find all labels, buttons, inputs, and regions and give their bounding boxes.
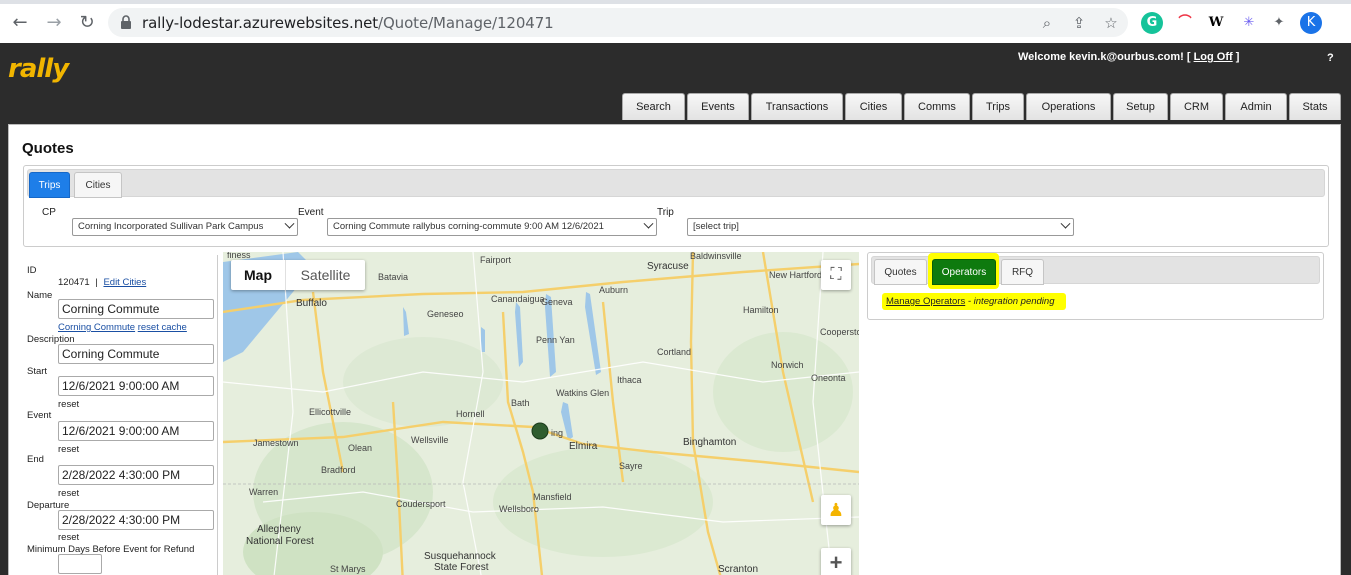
description-input[interactable]: Corning Commute bbox=[58, 344, 214, 364]
tab-operators[interactable]: Operators bbox=[932, 259, 996, 285]
tab-strip bbox=[0, 0, 1351, 4]
event-reset-link[interactable]: reset bbox=[58, 444, 79, 455]
welcome-text: Welcome kevin.k@ourbus.com! [ Log Off ] bbox=[1018, 51, 1240, 63]
edit-cities-link[interactable]: Edit Cities bbox=[103, 277, 146, 288]
start-reset-link[interactable]: reset bbox=[58, 399, 79, 410]
chevron-down-icon bbox=[643, 219, 654, 229]
chevron-down-icon bbox=[1060, 219, 1071, 229]
id-value: 120471 bbox=[58, 277, 90, 288]
grammarly-extension-icon[interactable]: G bbox=[1141, 12, 1163, 34]
nav-tab-search[interactable]: Search bbox=[622, 93, 685, 120]
end-input[interactable]: 2/28/2022 4:30:00 PM bbox=[58, 465, 214, 485]
nav-tab-setup[interactable]: Setup bbox=[1113, 93, 1168, 120]
logoff-link[interactable]: Log Off bbox=[1194, 51, 1233, 63]
bookmark-star-icon[interactable]: ☆ bbox=[1102, 14, 1120, 32]
tab-rfq[interactable]: RFQ bbox=[1001, 259, 1044, 285]
help-link[interactable]: ? bbox=[1327, 52, 1334, 64]
id-row: 120471 | Edit Cities bbox=[58, 277, 147, 288]
browser-chrome: ← → ↻ rally-lodestar.azurewebsites.net/Q… bbox=[0, 0, 1351, 43]
profile-avatar[interactable]: K bbox=[1300, 12, 1322, 34]
nav-tab-cities[interactable]: Cities bbox=[845, 93, 902, 120]
nav-tab-stats[interactable]: Stats bbox=[1289, 93, 1341, 120]
nav-tab-transactions[interactable]: Transactions bbox=[751, 93, 843, 120]
cp-label: CP bbox=[42, 207, 56, 218]
start-label: Start bbox=[27, 366, 48, 377]
departure-input[interactable]: 2/28/2022 4:30:00 PM bbox=[58, 510, 214, 530]
nav-tab-crm[interactable]: CRM bbox=[1170, 93, 1223, 120]
nav-tab-trips[interactable]: Trips bbox=[972, 93, 1024, 120]
address-bar[interactable]: rally-lodestar.azurewebsites.net/Quote/M… bbox=[108, 8, 1128, 37]
nav-tab-events[interactable]: Events bbox=[687, 93, 749, 120]
chevron-down-icon bbox=[284, 219, 295, 229]
name-label: Name bbox=[27, 290, 53, 301]
min-days-label: Minimum Days Before Event for Refund bbox=[27, 544, 195, 555]
end-label: End bbox=[27, 454, 44, 465]
event-date-input[interactable]: 12/6/2021 9:00:00 AM bbox=[58, 421, 214, 441]
name-links: Corning Commute reset cache bbox=[58, 322, 187, 333]
name-input[interactable]: Corning Commute bbox=[58, 299, 214, 319]
cp-select[interactable]: Corning Incorporated Sullivan Park Campu… bbox=[72, 218, 298, 236]
trip-select[interactable]: [select trip] bbox=[687, 218, 1074, 236]
event-select[interactable]: Corning Commute rallybus corning-commute… bbox=[327, 218, 657, 236]
operators-panel: Quotes Operators RFQ Manage Operators - … bbox=[867, 252, 1324, 320]
map-type-map[interactable]: Map bbox=[231, 260, 285, 290]
nav-tab-comms[interactable]: Comms bbox=[904, 93, 970, 120]
fullscreen-icon[interactable]: ⛶ bbox=[821, 260, 851, 290]
forward-icon[interactable]: → bbox=[42, 11, 66, 35]
name-link[interactable]: Corning Commute bbox=[58, 322, 135, 333]
share-icon[interactable]: ⇪ bbox=[1070, 14, 1088, 32]
tab-quotes[interactable]: Quotes bbox=[874, 259, 927, 285]
operators-status: Manage Operators - integration pending bbox=[886, 296, 1054, 307]
departure-reset-link[interactable]: reset bbox=[58, 532, 79, 543]
map-type-satellite[interactable]: Satellite bbox=[286, 260, 365, 290]
arc-extension-icon[interactable]: ⌒ bbox=[1174, 12, 1196, 34]
trip-label: Trip bbox=[657, 207, 674, 218]
content-panel: Quotes Trips Cities CP Corning Incorpora… bbox=[8, 124, 1341, 575]
back-icon[interactable]: ← bbox=[8, 11, 32, 35]
page-title: Quotes bbox=[22, 140, 74, 157]
integration-note: - integration pending bbox=[965, 296, 1055, 307]
subtab-bar bbox=[27, 169, 1325, 197]
filter-box: Trips Cities CP Corning Incorporated Sul… bbox=[23, 165, 1329, 247]
wikipedia-extension-icon[interactable]: W bbox=[1205, 12, 1227, 34]
extensions-puzzle-icon[interactable]: ✦ bbox=[1268, 12, 1290, 34]
id-label: ID bbox=[27, 265, 37, 276]
street-view-pegman-icon[interactable]: ♟ bbox=[821, 495, 851, 525]
subtab-trips[interactable]: Trips bbox=[29, 172, 70, 198]
rally-logo[interactable]: rally bbox=[8, 54, 69, 84]
nav-tab-admin[interactable]: Admin bbox=[1225, 93, 1287, 120]
zoom-in-icon[interactable]: + bbox=[821, 548, 851, 575]
event-date-label: Event bbox=[27, 410, 52, 421]
location-marker[interactable] bbox=[531, 422, 549, 440]
reset-cache-link[interactable]: reset cache bbox=[138, 322, 187, 333]
min-days-input[interactable] bbox=[58, 554, 102, 574]
lock-icon bbox=[121, 15, 131, 29]
start-input[interactable]: 12/6/2021 9:00:00 AM bbox=[58, 376, 214, 396]
end-reset-link[interactable]: reset bbox=[58, 488, 79, 499]
nav-tab-operations[interactable]: Operations bbox=[1026, 93, 1111, 120]
map-view[interactable]: finess Buffalo Batavia Geneseo Fairport … bbox=[223, 252, 859, 575]
map-type-control: Map Satellite bbox=[231, 260, 365, 290]
subtab-cities[interactable]: Cities bbox=[74, 172, 122, 198]
sparkle-extension-icon[interactable]: ✳ bbox=[1238, 12, 1260, 34]
manage-operators-link[interactable]: Manage Operators bbox=[886, 296, 965, 307]
app-header: rally Welcome kevin.k@ourbus.com! [ Log … bbox=[0, 43, 1351, 575]
zoom-icon[interactable]: ⌕ bbox=[1038, 14, 1056, 32]
quote-form: ID 120471 | Edit Cities Name Corning Com… bbox=[23, 255, 218, 575]
url-text: rally-lodestar.azurewebsites.net/Quote/M… bbox=[142, 14, 554, 32]
event-label: Event bbox=[298, 207, 324, 218]
reload-icon[interactable]: ↻ bbox=[75, 11, 99, 35]
